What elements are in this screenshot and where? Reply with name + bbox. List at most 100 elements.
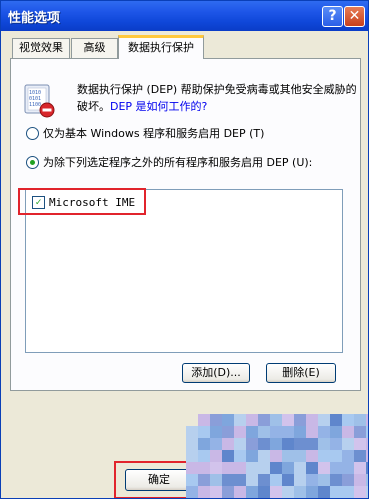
mosaic-cell xyxy=(222,474,234,486)
mosaic-cell xyxy=(330,486,342,498)
radio-essential-label: 仅为基本 Windows 程序和服务启用 DEP (T) xyxy=(43,127,265,140)
mosaic-cell xyxy=(198,486,210,498)
mosaic-cell xyxy=(210,474,222,486)
mosaic-cell xyxy=(318,426,330,438)
mosaic-cell xyxy=(294,450,306,462)
mosaic-cell xyxy=(282,426,294,438)
mosaic-cell xyxy=(270,414,282,426)
help-button[interactable]: ? xyxy=(322,6,343,27)
radio-button-all-except[interactable] xyxy=(26,155,39,169)
dep-description: 数据执行保护 (DEP) 帮助保护免受病毒或其他安全威胁的破坏。DEP 是如何工… xyxy=(77,81,361,115)
mosaic-cell xyxy=(270,438,282,450)
remove-button[interactable]: 删除(E) xyxy=(266,363,336,383)
mosaic-cell xyxy=(282,462,294,474)
mosaic-cell xyxy=(330,474,342,486)
add-button[interactable]: 添加(D)... xyxy=(182,363,250,383)
close-button[interactable]: ✕ xyxy=(344,6,365,27)
mosaic-cell xyxy=(258,474,270,486)
mosaic-cell xyxy=(210,486,222,498)
mosaic-cell xyxy=(270,426,282,438)
mosaic-cell xyxy=(282,438,294,450)
pixel-mosaic-overlay xyxy=(186,414,368,498)
mosaic-cell xyxy=(306,462,318,474)
title-bar[interactable]: 性能选项 ? ✕ xyxy=(1,1,368,31)
mosaic-cell xyxy=(186,450,198,462)
dep-help-link[interactable]: DEP 是如何工作的? xyxy=(110,100,207,113)
mosaic-cell xyxy=(198,474,210,486)
mosaic-cell xyxy=(318,474,330,486)
mosaic-cell xyxy=(234,438,246,450)
mosaic-cell xyxy=(246,450,258,462)
mosaic-cell xyxy=(294,474,306,486)
mosaic-cell xyxy=(246,474,258,486)
mosaic-cell xyxy=(330,462,342,474)
mosaic-cell xyxy=(234,474,246,486)
mosaic-cell xyxy=(222,438,234,450)
mosaic-cell xyxy=(186,438,198,450)
mosaic-cell xyxy=(246,462,258,474)
mosaic-cell xyxy=(318,462,330,474)
mosaic-cell xyxy=(306,438,318,450)
mosaic-cell xyxy=(270,462,282,474)
tab-visual-effects[interactable]: 视觉效果 xyxy=(12,38,70,58)
radio-button-essential[interactable] xyxy=(26,126,39,140)
mosaic-cell xyxy=(318,450,330,462)
mosaic-cell xyxy=(222,426,234,438)
mosaic-cell xyxy=(342,450,354,462)
radio-all-except[interactable]: 为除下列选定程序之外的所有程序和服务启用 DEP (U): xyxy=(26,155,312,171)
mosaic-cell xyxy=(294,438,306,450)
mosaic-cell xyxy=(234,462,246,474)
window-title: 性能选项 xyxy=(8,11,61,26)
mosaic-cell xyxy=(186,486,198,498)
mosaic-cell xyxy=(306,486,318,498)
mosaic-cell xyxy=(258,426,270,438)
svg-text:1100: 1100 xyxy=(29,102,41,108)
mosaic-cell xyxy=(198,450,210,462)
mosaic-cell xyxy=(354,450,366,462)
mosaic-cell xyxy=(246,438,258,450)
mosaic-cell xyxy=(282,486,294,498)
radio-essential-only[interactable]: 仅为基本 Windows 程序和服务启用 DEP (T) xyxy=(26,126,264,142)
mosaic-cell xyxy=(354,426,366,438)
mosaic-cell xyxy=(198,426,210,438)
mosaic-cell xyxy=(330,450,342,462)
mosaic-cell xyxy=(258,438,270,450)
mosaic-cell xyxy=(294,414,306,426)
mosaic-cell xyxy=(198,462,210,474)
mosaic-cell xyxy=(318,414,330,426)
mosaic-cell xyxy=(306,450,318,462)
mosaic-cell xyxy=(186,462,198,474)
mosaic-cell xyxy=(222,414,234,426)
mosaic-cell xyxy=(270,474,282,486)
mosaic-cell xyxy=(282,414,294,426)
mosaic-cell xyxy=(282,450,294,462)
tab-data-execution-prevention[interactable]: 数据执行保护 xyxy=(118,35,204,59)
tab-advanced[interactable]: 高级 xyxy=(71,38,118,58)
mosaic-cell xyxy=(210,414,222,426)
mosaic-cell xyxy=(270,450,282,462)
mosaic-cell xyxy=(222,450,234,462)
mosaic-cell xyxy=(294,426,306,438)
mosaic-cell xyxy=(354,462,366,474)
mosaic-cell xyxy=(234,414,246,426)
mosaic-cell xyxy=(342,426,354,438)
mosaic-cell xyxy=(342,438,354,450)
mosaic-cell xyxy=(186,474,198,486)
mosaic-cell xyxy=(210,438,222,450)
mosaic-cell xyxy=(270,486,282,498)
mosaic-cell xyxy=(234,450,246,462)
mosaic-cell xyxy=(222,486,234,498)
mosaic-cell xyxy=(246,414,258,426)
mosaic-cell xyxy=(258,486,270,498)
mosaic-cell xyxy=(246,426,258,438)
mosaic-cell xyxy=(306,426,318,438)
mosaic-cell xyxy=(330,426,342,438)
mosaic-cell xyxy=(354,438,366,450)
mosaic-cell xyxy=(306,414,318,426)
mosaic-cell xyxy=(210,450,222,462)
mosaic-cell xyxy=(318,486,330,498)
mosaic-cell xyxy=(318,438,330,450)
mosaic-cell xyxy=(330,438,342,450)
mosaic-cell xyxy=(342,486,354,498)
mosaic-cell xyxy=(330,414,342,426)
